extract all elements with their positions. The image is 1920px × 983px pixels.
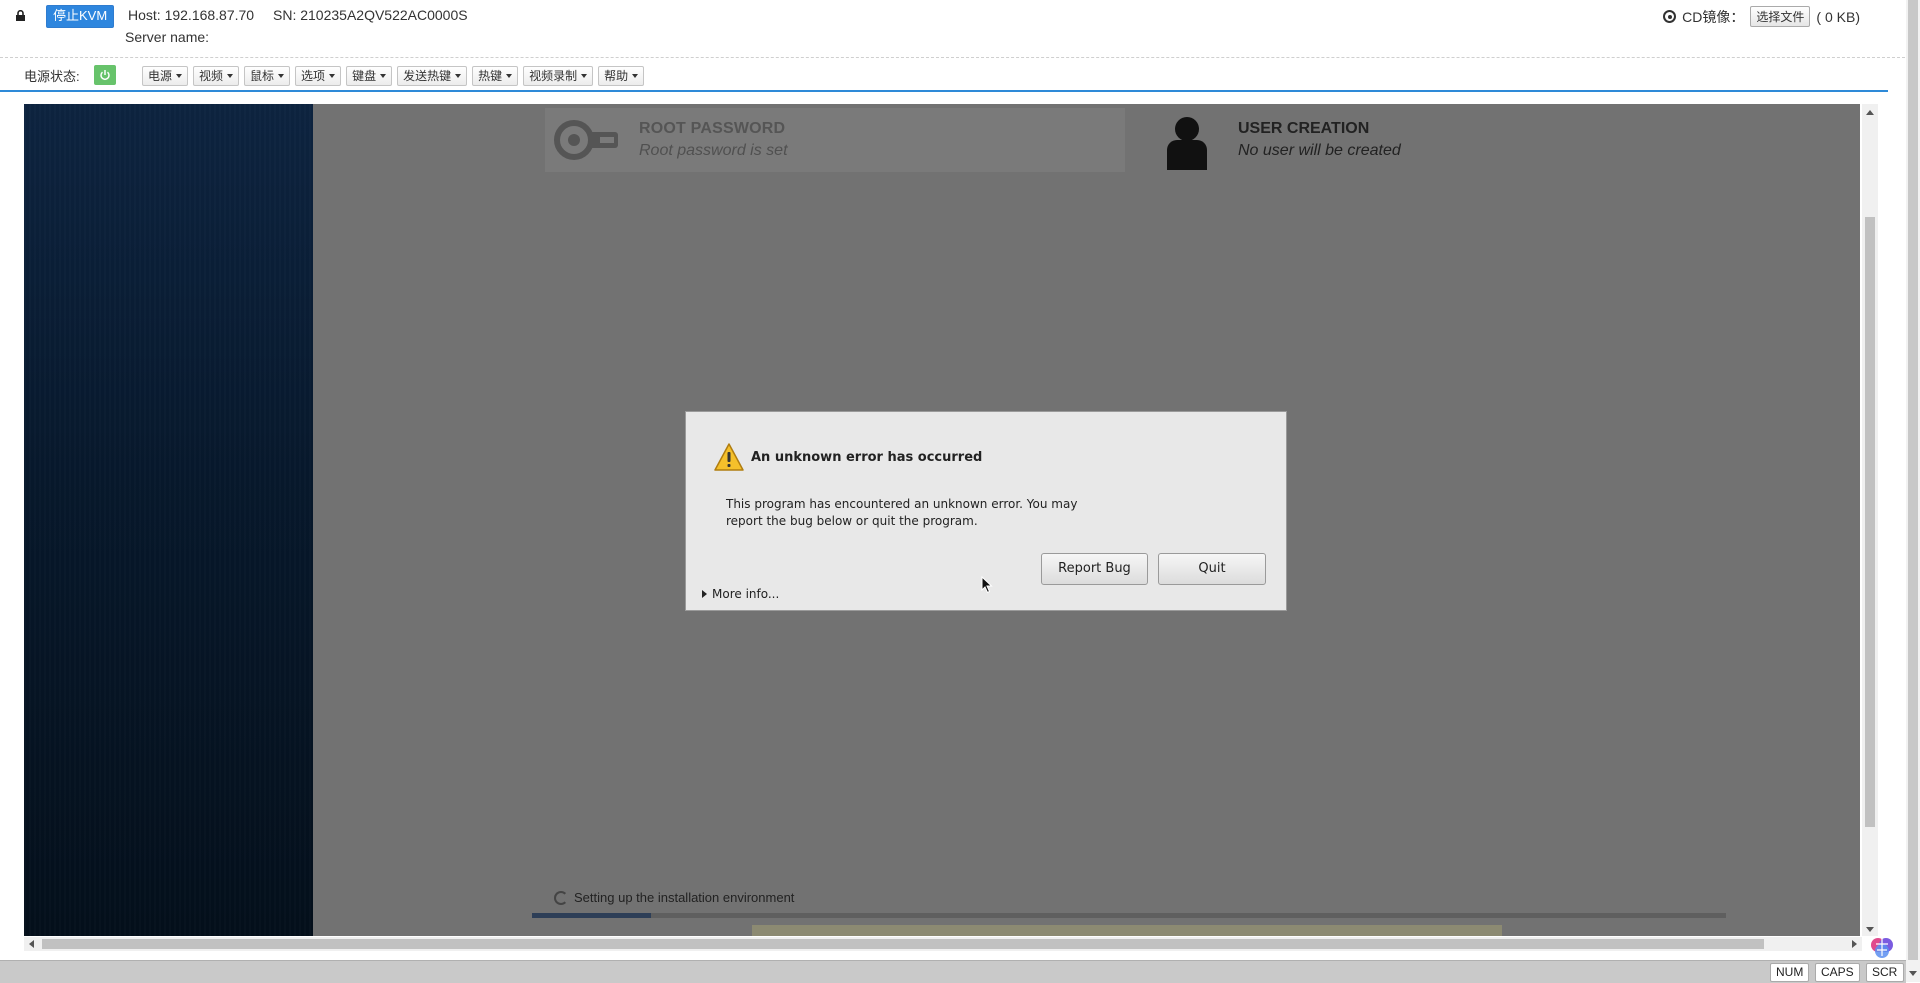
key-icon bbox=[554, 120, 618, 160]
power-status-label: 电源状态: bbox=[24, 69, 80, 84]
caps-lock-indicator: CAPS bbox=[1815, 963, 1860, 982]
user-icon bbox=[1167, 117, 1207, 170]
horizontal-scroll-thumb[interactable] bbox=[42, 939, 1764, 949]
power-icon bbox=[100, 70, 110, 81]
page-scroll-thumb[interactable] bbox=[1908, 0, 1918, 960]
root-password-status: Root password is set bbox=[639, 142, 788, 159]
kvm-header: 停止KVM Host: 192.168.87.70 SN: 210235A2QV… bbox=[0, 0, 1905, 58]
installer-bottom-bar bbox=[752, 925, 1502, 936]
page-scroll-down-icon[interactable] bbox=[1909, 971, 1917, 976]
caret-down-icon bbox=[176, 74, 183, 78]
kvm-toolbar: 电源状态: 电源 视频 鼠标 选项 键盘 发送热键 热键 视频录制 帮助 bbox=[0, 58, 1888, 92]
server-name-label: Server name: bbox=[125, 29, 210, 45]
page-vertical-scrollbar[interactable] bbox=[1906, 0, 1920, 982]
keyboard-status-bar: NUM CAPS SCR bbox=[0, 960, 1906, 983]
menu-video-record[interactable]: 视频录制 bbox=[523, 66, 594, 86]
kvm-screen[interactable]: ROOT PASSWORD Root password is set USER … bbox=[24, 104, 1860, 936]
menu-keyboard[interactable]: 键盘 bbox=[346, 66, 393, 86]
dialog-message: This program has encountered an unknown … bbox=[726, 497, 1078, 528]
caret-down-icon bbox=[581, 74, 588, 78]
spinner-icon bbox=[554, 890, 568, 905]
scroll-lock-indicator: SCR bbox=[1866, 963, 1904, 982]
report-bug-button[interactable]: Report Bug bbox=[1041, 553, 1148, 585]
caret-down-icon bbox=[329, 74, 336, 78]
kvm-vertical-scrollbar[interactable] bbox=[1862, 104, 1878, 936]
host-address: Host: 192.168.87.70 bbox=[128, 7, 255, 23]
cd-image-label: CD镜像： bbox=[1682, 8, 1745, 25]
toolbar-menus: 电源 视频 鼠标 选项 键盘 发送热键 热键 视频录制 帮助 bbox=[142, 66, 645, 86]
dialog-title: An unknown error has occurred bbox=[751, 450, 983, 465]
scroll-up-icon[interactable] bbox=[1866, 110, 1874, 115]
choose-file-button[interactable]: 选择文件 bbox=[1750, 6, 1811, 27]
vertical-scroll-thumb[interactable] bbox=[1865, 217, 1875, 827]
kvm-horizontal-scrollbar[interactable] bbox=[24, 937, 1862, 951]
user-creation-title[interactable]: USER CREATION bbox=[1238, 120, 1369, 138]
menu-video[interactable]: 视频 bbox=[193, 66, 240, 86]
menu-options[interactable]: 选项 bbox=[295, 66, 342, 86]
menu-hotkey[interactable]: 热键 bbox=[472, 66, 519, 86]
root-password-title: ROOT PASSWORD bbox=[639, 120, 786, 137]
warning-icon bbox=[714, 443, 744, 471]
caret-down-icon bbox=[506, 74, 513, 78]
scroll-down-icon[interactable] bbox=[1866, 927, 1874, 932]
root-password-tile[interactable] bbox=[545, 108, 1125, 172]
expander-arrow-icon bbox=[702, 590, 707, 598]
quit-button[interactable]: Quit bbox=[1158, 553, 1266, 585]
menu-send-hotkey[interactable]: 发送热键 bbox=[397, 66, 468, 86]
scroll-left-icon[interactable] bbox=[29, 940, 34, 948]
progress-bar bbox=[532, 913, 1726, 918]
assistant-brain-icon[interactable] bbox=[1869, 934, 1895, 960]
mouse-cursor-icon bbox=[981, 576, 993, 594]
more-info-expander[interactable]: More info... bbox=[702, 587, 779, 601]
stop-kvm-button[interactable]: 停止KVM bbox=[46, 5, 115, 28]
menu-power[interactable]: 电源 bbox=[142, 66, 189, 86]
caret-down-icon bbox=[227, 74, 234, 78]
serial-number: SN: 210235A2QV522AC0000S bbox=[273, 7, 468, 23]
scroll-right-icon[interactable] bbox=[1852, 940, 1857, 948]
cd-icon bbox=[1663, 10, 1677, 23]
progress-status: Setting up the installation environment bbox=[554, 890, 794, 905]
num-lock-indicator: NUM bbox=[1770, 963, 1810, 982]
power-status-button[interactable] bbox=[94, 65, 116, 85]
menu-mouse[interactable]: 鼠标 bbox=[244, 66, 291, 86]
installer-sidebar bbox=[24, 104, 313, 936]
caret-down-icon bbox=[380, 74, 387, 78]
cd-image-area: CD镜像： 选择文件 ( 0 KB) bbox=[1663, 6, 1860, 27]
progress-bar-fill bbox=[532, 913, 652, 918]
caret-down-icon bbox=[455, 74, 462, 78]
lock-icon bbox=[16, 10, 25, 21]
menu-help[interactable]: 帮助 bbox=[598, 66, 645, 86]
caret-down-icon bbox=[278, 74, 285, 78]
user-creation-status: No user will be created bbox=[1238, 142, 1401, 159]
caret-down-icon bbox=[632, 74, 639, 78]
file-size: ( 0 KB) bbox=[1816, 8, 1860, 25]
